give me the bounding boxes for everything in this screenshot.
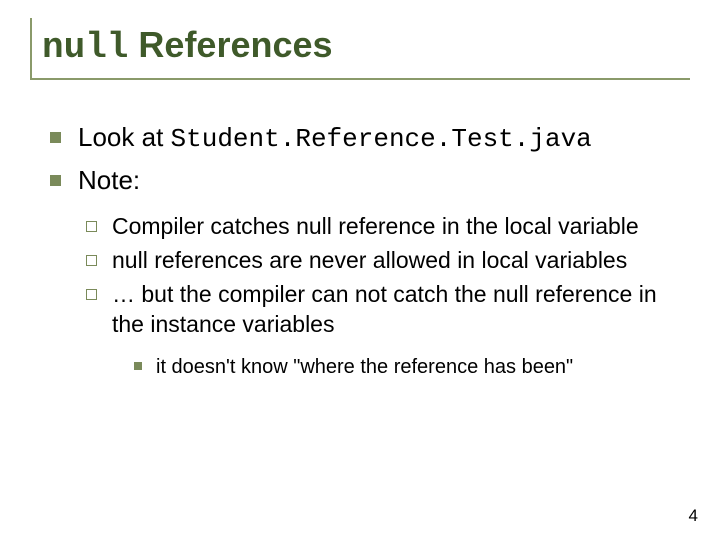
sub-bullet-text: null references are never allowed in loc…: [112, 247, 627, 273]
sub-sub-bullet-item: it doesn't know "where the reference has…: [128, 354, 690, 381]
page-number: 4: [689, 506, 698, 526]
bullet-list-level3: it doesn't know "where the reference has…: [128, 354, 690, 381]
sub-bullet-item: … but the compiler can not catch the nul…: [82, 280, 690, 381]
title-container: null References: [30, 18, 690, 80]
sub-bullet-text: Compiler catches null reference in the l…: [112, 213, 639, 239]
bullet-text: Look at: [78, 122, 171, 152]
slide-title: null References: [42, 24, 690, 68]
bullet-code: Student.Reference.Test.java: [171, 124, 592, 154]
sub-sub-bullet-text: it doesn't know "where the reference has…: [156, 356, 573, 378]
bullet-item: Look at Student.Reference.Test.java: [44, 120, 690, 157]
content-area: Look at Student.Reference.Test.java Note…: [30, 120, 690, 381]
bullet-list-level1: Look at Student.Reference.Test.java Note…: [44, 120, 690, 381]
sub-bullet-item: Compiler catches null reference in the l…: [82, 212, 690, 242]
bullet-item: Note: Compiler catches null reference in…: [44, 163, 690, 381]
sub-bullet-item: null references are never allowed in loc…: [82, 246, 690, 276]
title-code: null: [42, 27, 128, 68]
title-text: References: [128, 24, 332, 65]
bullet-list-level2: Compiler catches null reference in the l…: [82, 212, 690, 381]
slide: null References Look at Student.Referenc…: [0, 0, 720, 540]
bullet-text: Note:: [78, 165, 140, 195]
sub-bullet-text: … but the compiler can not catch the nul…: [112, 281, 657, 337]
